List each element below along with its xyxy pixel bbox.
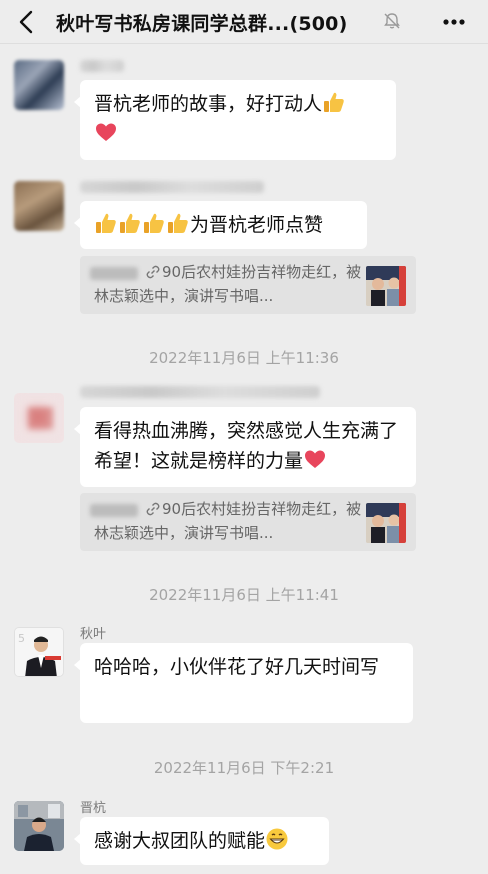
sender-name: 秋叶 [80, 627, 107, 642]
quote-body: 90后农村娃扮吉祥物走红，被林志颖选中，演讲写书唱... [94, 260, 364, 308]
timestamp: 2022年11月6日 上午11:41 [149, 586, 339, 604]
message-bubble[interactable]: 为晋杭老师点赞 [74, 201, 367, 249]
thumbs-up-icon [324, 92, 344, 112]
message-bubble[interactable]: 晋杭老师的故事，好打动人 [74, 80, 396, 160]
heart-icon [96, 123, 116, 141]
message-text: 哈哈哈，小伙伴花了好几天时间写 [94, 656, 380, 678]
avatar[interactable] [14, 801, 64, 851]
avatar[interactable] [14, 181, 64, 231]
quote-body: 90后农村娃扮吉祥物走红，被林志颖选中，演讲写书唱... [94, 497, 364, 545]
message-text: 感谢大叔团队的赋能 [94, 830, 266, 852]
message-bubble[interactable]: 哈哈哈，小伙伴花了好几天时间写 [74, 643, 413, 723]
thumbs-up-icon [96, 213, 116, 233]
message-text: 为晋杭老师点赞 [190, 214, 324, 236]
timestamp: 2022年11月6日 下午2:21 [153, 759, 335, 777]
link-icon [146, 265, 160, 279]
quoted-message[interactable]: 90后农村娃扮吉祥物走红，被林志颖选中，演讲写书唱... [80, 256, 416, 314]
avatar[interactable] [14, 60, 64, 110]
more-icon[interactable] [440, 10, 468, 34]
message-text: 晋杭老师的故事，好打动人 [94, 93, 323, 115]
thumbs-up-icon [144, 213, 164, 233]
bell-mute-icon [384, 13, 400, 29]
chat-header: 秋叶写书私房课同学总群...(500) [0, 0, 488, 44]
sender-name-blurred [80, 60, 124, 72]
sender-name-blurred [80, 386, 320, 398]
quote-thumbnail [366, 503, 406, 543]
sender-name: 晋杭 [80, 801, 107, 816]
message-bubble[interactable]: 感谢大叔团队的赋能 [74, 817, 329, 865]
sender-name-blurred [80, 181, 264, 193]
avatar[interactable] [14, 393, 64, 443]
thumbs-up-icon [168, 213, 188, 233]
svg-text:5: 5 [18, 632, 25, 645]
message-text: 看得热血沸腾，突然感觉人生充满了希望！这就是榜样的力量 [94, 420, 399, 472]
quoted-message[interactable]: 90后农村娃扮吉祥物走红，被林志颖选中，演讲写书唱... [80, 493, 416, 551]
quote-text: 90后农村娃扮吉祥物走红，被林志颖选中，演讲写书唱... [94, 263, 362, 305]
heart-icon [305, 450, 326, 468]
quote-thumbnail [366, 266, 406, 306]
grin-icon [266, 828, 288, 850]
avatar[interactable]: 5 [14, 627, 64, 677]
message-bubble[interactable]: 看得热血沸腾，突然感觉人生充满了希望！这就是榜样的力量 [74, 407, 416, 487]
chat-title: 秋叶写书私房课同学总群...(500) [56, 13, 348, 35]
link-icon [146, 502, 160, 516]
chevron-left-icon[interactable] [16, 9, 40, 35]
quote-text: 90后农村娃扮吉祥物走红，被林志颖选中，演讲写书唱... [94, 500, 362, 542]
thumbs-up-icon [120, 213, 140, 233]
timestamp: 2022年11月6日 上午11:36 [149, 349, 339, 367]
